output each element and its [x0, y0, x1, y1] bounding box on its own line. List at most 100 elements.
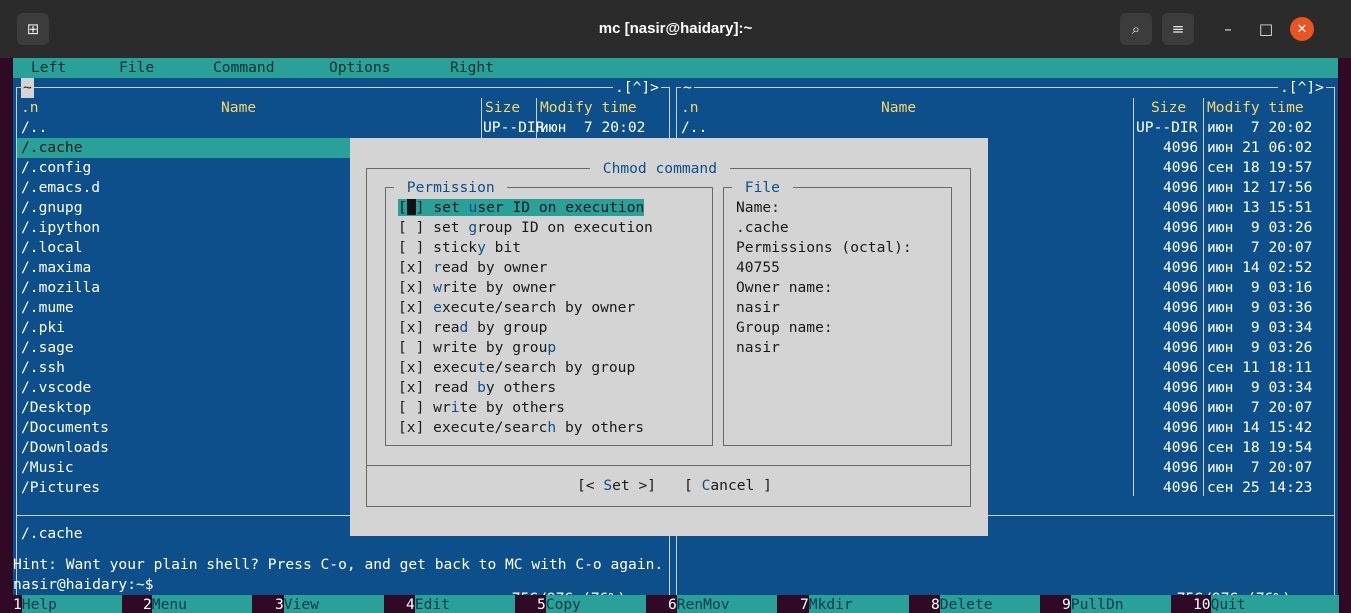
right-row-mtime: сен 25 14:23: [1207, 479, 1313, 496]
function-key-bar: 1Help 2Menu 3View 4Edit 5Copy 6RenMov 7M…: [13, 595, 1339, 613]
shell-prompt[interactable]: nasir@haidary:~$: [13, 575, 154, 595]
right-row-size: 4096: [1163, 299, 1199, 316]
fkey-menu[interactable]: 2Menu: [143, 595, 252, 613]
permission-box-left: [385, 187, 386, 445]
menu-file[interactable]: File: [119, 58, 154, 78]
perm-others-exec-checkbox[interactable]: [x] execute/search by others: [398, 418, 644, 438]
right-row-mtime: июн 9 03:34: [1207, 319, 1313, 336]
left-file-row[interactable]: /.mozilla: [21, 278, 100, 298]
left-file-row[interactable]: /.sage: [21, 338, 74, 358]
right-row-size: 4096: [1163, 379, 1199, 396]
right-row-mtime: июн 14 15:42: [1207, 419, 1313, 436]
left-parent-name[interactable]: /..: [21, 118, 47, 138]
left-mini-status: /.cache: [21, 525, 83, 542]
left-file-row[interactable]: /Music: [21, 458, 74, 478]
right-row-size: 4096: [1163, 479, 1199, 496]
file-perm-octal-label: Permissions (octal):: [736, 239, 912, 256]
right-panel-path[interactable]: ~: [681, 78, 694, 98]
right-panel-corner[interactable]: .[^]>: [1278, 78, 1326, 98]
perm-group-exec-checkbox[interactable]: [x] execute/search by group: [398, 358, 635, 378]
chmod-dialog[interactable]: Chmod command Permission [] set user ID …: [350, 138, 988, 536]
close-icon[interactable]: ✕: [1290, 17, 1314, 41]
perm-owner-exec-checkbox[interactable]: [x] execute/search by owner: [398, 298, 635, 318]
left-file-row[interactable]: /Downloads: [21, 438, 109, 458]
perm-setgid-checkbox[interactable]: [ ] set group ID on execution: [398, 218, 653, 238]
search-icon[interactable]: ⌕: [1120, 13, 1152, 45]
fkey-edit[interactable]: 4Edit: [406, 595, 515, 613]
right-header-n[interactable]: .n: [681, 98, 699, 118]
maximize-icon[interactable]: □: [1250, 13, 1282, 45]
left-panel-corner[interactable]: .[^]>: [613, 78, 661, 98]
left-file-row[interactable]: /.local: [21, 238, 83, 258]
left-file-row[interactable]: /.emacs.d: [21, 178, 100, 198]
right-col-sep-2: [1203, 98, 1204, 496]
fkey-pulldn[interactable]: 9PullDn: [1062, 595, 1171, 613]
right-row-mtime: сен 18 19:57: [1207, 159, 1313, 176]
fkey-mkdir[interactable]: 7Mkdir: [800, 595, 909, 613]
left-file-row[interactable]: /.mume: [21, 298, 74, 318]
dialog-frame-bottom: [366, 506, 971, 507]
menu-left[interactable]: Left: [31, 58, 66, 78]
right-row-mtime: июн 9 03:34: [1207, 379, 1313, 396]
perm-others-write-checkbox[interactable]: [ ] write by others: [398, 398, 565, 418]
left-header-name[interactable]: Name: [221, 98, 256, 118]
mc-menubar: Left File Command Options Right: [13, 58, 1338, 78]
left-header-n[interactable]: .n: [21, 98, 39, 118]
file-group-label: Group name:: [736, 319, 833, 336]
fkey-delete[interactable]: 8Delete: [931, 595, 1040, 613]
menu-options[interactable]: Options: [329, 58, 391, 78]
perm-others-read-checkbox[interactable]: [x] read by others: [398, 378, 556, 398]
right-row-mtime: сен 11 18:11: [1207, 359, 1313, 376]
perm-group-read-checkbox[interactable]: [x] read by group: [398, 318, 547, 338]
left-header-mtime[interactable]: Modify time: [540, 98, 637, 118]
left-panel-path[interactable]: ~: [21, 78, 34, 98]
left-parent-size: UP--DIR: [483, 119, 545, 136]
menu-right[interactable]: Right: [450, 58, 494, 78]
left-header-size[interactable]: Size: [485, 98, 520, 118]
terminal-area[interactable]: Left File Command Options Right ~ .[^]> …: [13, 58, 1339, 613]
perm-owner-write-checkbox[interactable]: [x] write by owner: [398, 278, 556, 298]
hamburger-menu-icon[interactable]: ≡: [1162, 13, 1194, 45]
left-file-row[interactable]: /.ipython: [21, 218, 100, 238]
left-file-row[interactable]: /.ssh: [21, 358, 65, 378]
file-owner-label: Owner name:: [736, 279, 833, 296]
perm-sticky-checkbox[interactable]: [ ] sticky bit: [398, 238, 521, 258]
right-row-size: 4096: [1163, 159, 1199, 176]
left-file-row[interactable]: /Desktop: [21, 398, 91, 418]
left-file-row[interactable]: /.gnupg: [21, 198, 83, 218]
left-file-row[interactable]: /.vscode: [21, 378, 91, 398]
left-file-row[interactable]: /.pki: [21, 318, 65, 338]
minimize-icon[interactable]: –: [1212, 13, 1244, 45]
fkey-quit[interactable]: 10Quit: [1193, 595, 1339, 613]
left-file-row[interactable]: /Pictures: [21, 478, 100, 498]
perm-group-write-checkbox[interactable]: [ ] write by group: [398, 338, 556, 358]
right-header-mtime[interactable]: Modify time: [1207, 98, 1304, 118]
perm-owner-read-checkbox[interactable]: [x] read by owner: [398, 258, 547, 278]
right-parent-name[interactable]: /..: [681, 118, 707, 138]
right-header-name[interactable]: Name: [881, 98, 916, 118]
file-box-left: [723, 187, 724, 445]
right-header-size[interactable]: Size: [1151, 98, 1186, 118]
left-file-row[interactable]: /Documents: [21, 418, 109, 438]
hint-line: Hint: Want your plain shell? Press C-o, …: [13, 556, 664, 573]
right-row-size: 4096: [1163, 219, 1199, 236]
right-row-mtime: июн 12 17:56: [1207, 179, 1313, 196]
right-row-mtime: июн 7 20:07: [1207, 239, 1313, 256]
right-row-size: 4096: [1163, 419, 1199, 436]
fkey-help[interactable]: 1Help: [13, 595, 122, 613]
left-file-row[interactable]: /.config: [21, 158, 91, 178]
permission-box-right: [712, 187, 713, 445]
left-file-row[interactable]: /.maxima: [21, 258, 91, 278]
perm-setuid-checkbox[interactable]: [] set user ID on execution: [398, 198, 645, 218]
menu-command[interactable]: Command: [213, 58, 275, 78]
file-group-value: nasir: [736, 339, 780, 356]
file-owner-value: nasir: [736, 299, 780, 316]
fkey-view[interactable]: 3View: [275, 595, 384, 613]
left-parent-mtime: июн 7 20:02: [540, 119, 646, 136]
cancel-button[interactable]: [ Cancel ]: [684, 476, 772, 496]
file-name-value: .cache: [736, 219, 789, 236]
fkey-renmov[interactable]: 6RenMov: [668, 595, 777, 613]
set-button[interactable]: [< Set >]: [577, 476, 656, 496]
right-row-size: 4096: [1163, 279, 1199, 296]
fkey-copy[interactable]: 5Copy: [537, 595, 646, 613]
